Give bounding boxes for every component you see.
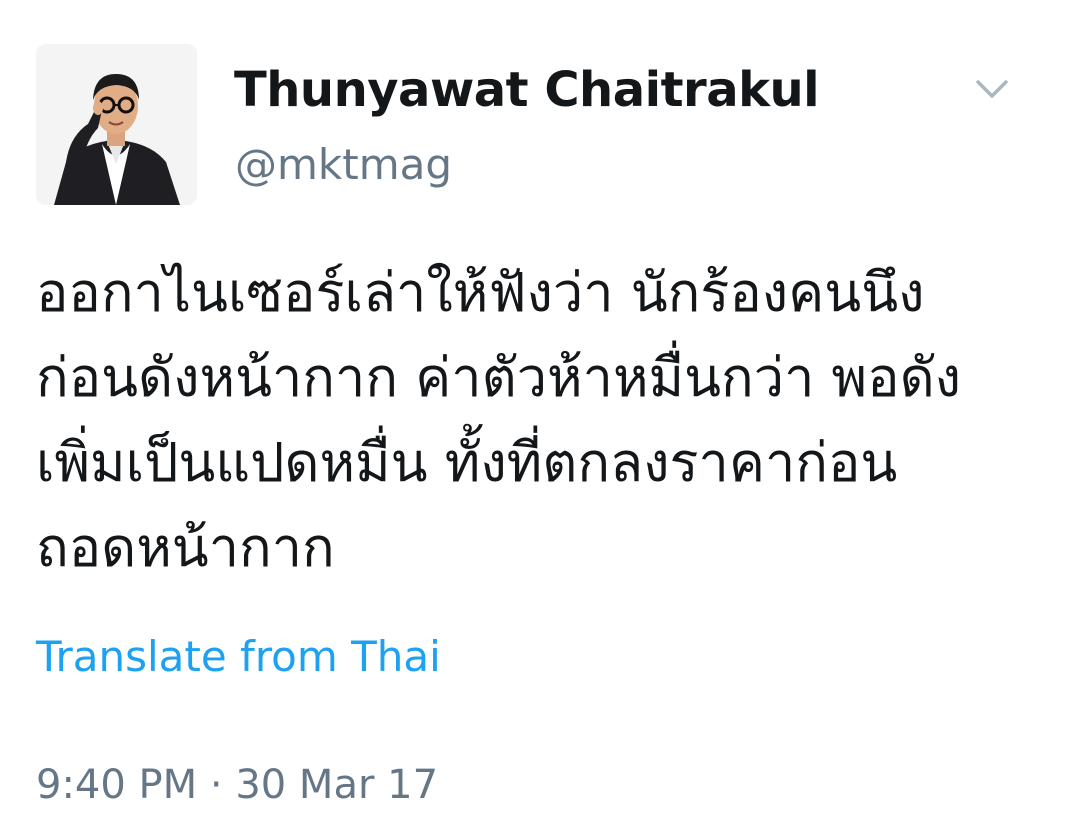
translate-link[interactable]: Translate from Thai: [36, 632, 441, 681]
chevron-down-icon[interactable]: [972, 74, 1012, 106]
tweet-text-line: เพิ่มเป็นแปดหมื่น ทั้งที่ตกลงราคาก่อน: [36, 431, 898, 494]
tweet-timestamp: 9:40 PM · 30 Mar 17: [36, 762, 439, 808]
tweet-text-line: ก่อนดังหน้ากาก ค่าตัวห้าหมื่นกว่า พอดัง: [36, 346, 962, 409]
author-handle[interactable]: @mktmag: [235, 140, 452, 189]
avatar[interactable]: [36, 44, 197, 205]
tweet-text: ออกาไนเซอร์เล่าให้ฟังว่า นักร้องคนนึง ก่…: [36, 250, 1046, 590]
tweet-text-line: ถอดหน้ากาก: [36, 516, 335, 579]
author-display-name[interactable]: Thunyawat Chaitrakul: [234, 62, 820, 118]
tweet-text-line: ออกาไนเซอร์เล่าให้ฟังว่า นักร้องคนนึง: [36, 261, 925, 324]
